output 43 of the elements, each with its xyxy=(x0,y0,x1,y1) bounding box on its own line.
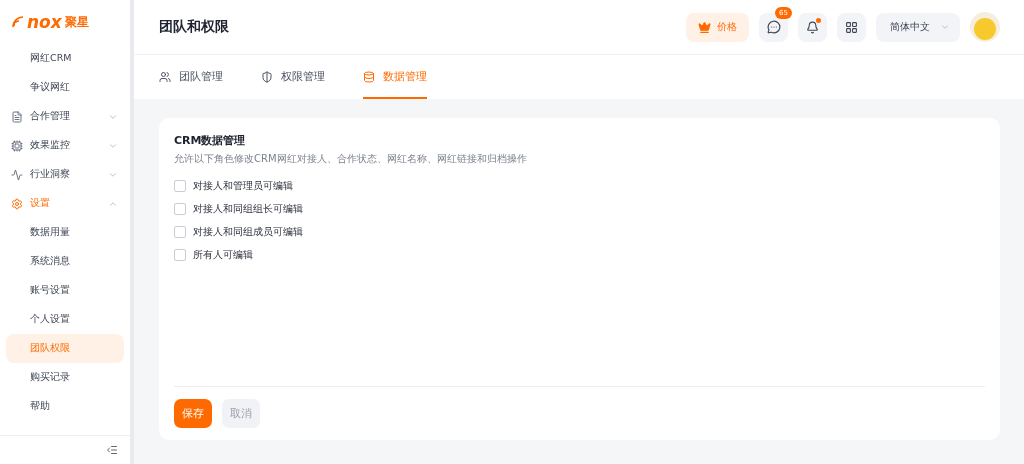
checkbox-label: 对接人和同组组长可编辑 xyxy=(193,201,303,216)
avatar[interactable] xyxy=(970,12,1000,42)
sidebar-item[interactable]: 系统消息 xyxy=(6,247,124,276)
tab[interactable]: 团队管理 xyxy=(159,55,223,99)
sidebar-item[interactable]: 购买记录 xyxy=(6,363,124,392)
card-description: 允许以下角色修改CRM网红对接人、合作状态、网红名称、网红链接和归档操作 xyxy=(174,152,528,166)
language-select[interactable]: 简体中文 xyxy=(876,12,960,42)
shield-icon xyxy=(261,71,273,83)
document-icon xyxy=(11,110,23,123)
grid-icon xyxy=(845,20,858,34)
page-title: 团队和权限 xyxy=(159,18,230,36)
sidebar-item[interactable]: 账号设置 xyxy=(6,276,124,305)
chat-icon xyxy=(766,20,781,34)
checkbox[interactable] xyxy=(174,202,186,215)
card-title: CRM数据管理 xyxy=(174,133,247,148)
sidebar-item[interactable]: 个人设置 xyxy=(6,305,124,334)
sidebar-item[interactable]: 帮助 xyxy=(6,392,124,421)
pulse-icon xyxy=(11,168,23,181)
logo-text: 聚星 xyxy=(64,13,89,31)
logo-text: nox xyxy=(27,12,62,32)
collapse-icon[interactable] xyxy=(106,444,118,456)
chip-icon xyxy=(11,139,23,152)
checkbox[interactable] xyxy=(174,179,186,192)
checkbox-label: 对接人和管理员可编辑 xyxy=(193,178,293,193)
chevron-icon xyxy=(940,22,950,32)
tab[interactable]: 权限管理 xyxy=(261,55,325,99)
checkbox-label: 对接人和同组成员可编辑 xyxy=(193,224,303,239)
sidebar-item[interactable]: 争议网红 xyxy=(6,73,124,102)
notification-button[interactable] xyxy=(798,12,827,42)
sidebar-group[interactable]: 行业洞察 xyxy=(6,160,124,189)
sidebar-group[interactable]: 效果监控 xyxy=(6,131,124,160)
sidebar-item[interactable]: 网红CRM xyxy=(6,44,124,73)
database-icon xyxy=(363,71,375,83)
checkbox-label: 所有人可编辑 xyxy=(193,247,253,262)
users-icon xyxy=(159,71,171,83)
sidebar-item[interactable]: 数据用量 xyxy=(6,218,124,247)
sidebar-group[interactable]: 合作管理 xyxy=(6,102,124,131)
checkbox[interactable] xyxy=(174,248,186,261)
checkbox[interactable] xyxy=(174,225,186,238)
bell-icon xyxy=(806,20,819,34)
gear-icon xyxy=(11,197,23,210)
crown-icon xyxy=(698,20,711,34)
apps-button[interactable] xyxy=(837,12,866,42)
